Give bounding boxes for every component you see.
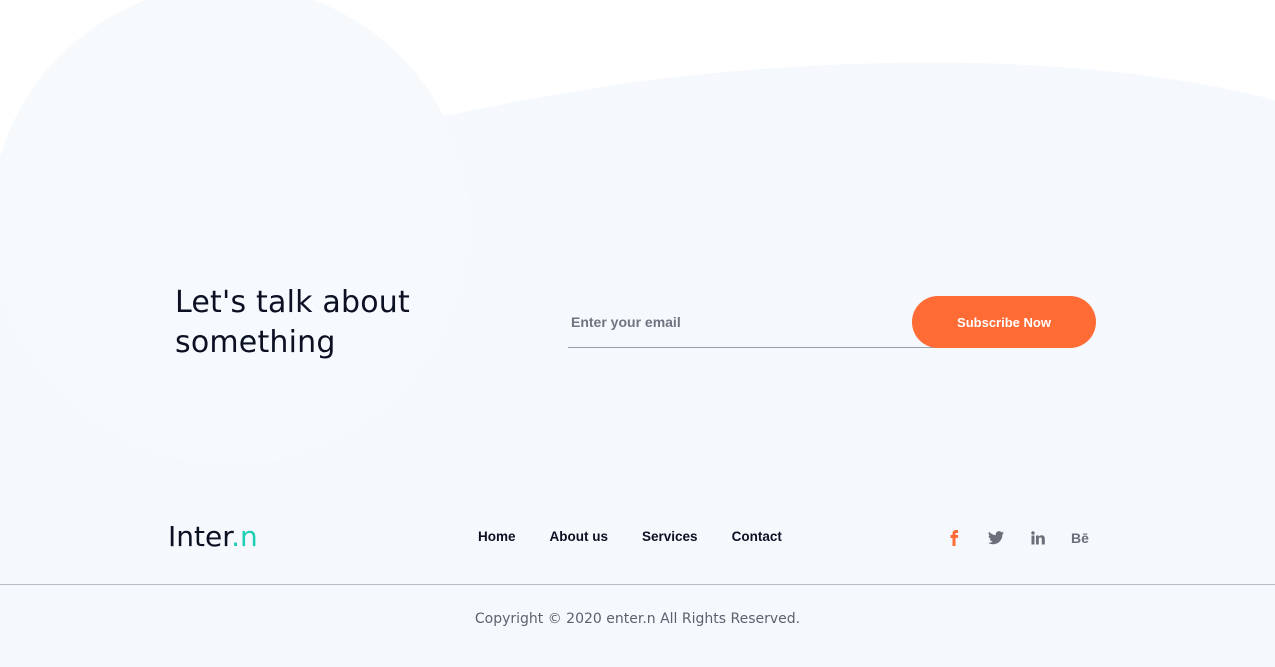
nav-link-services[interactable]: Services: [642, 529, 698, 544]
twitter-icon[interactable]: [986, 528, 1006, 548]
facebook-icon[interactable]: [944, 528, 964, 548]
cta-headline: Let's talk about something: [175, 283, 410, 363]
nav-link-contact[interactable]: Contact: [732, 529, 782, 544]
nav-link-about-us[interactable]: About us: [550, 529, 609, 544]
subscribe-form: Subscribe Now: [568, 296, 1096, 349]
footer-nav: Home About us Services Contact: [478, 529, 816, 544]
subscribe-button[interactable]: Subscribe Now: [912, 296, 1096, 348]
logo-text: Inter: [168, 520, 232, 553]
cta-headline-line2: something: [175, 325, 336, 360]
cta-headline-line1: Let's talk about: [175, 285, 410, 320]
logo[interactable]: Inter.n: [168, 520, 258, 553]
page: Let's talk about something Subscribe Now…: [0, 0, 1275, 667]
nav-link-home[interactable]: Home: [478, 529, 516, 544]
social-links: Bē: [944, 528, 1112, 548]
footer-divider: [0, 584, 1275, 585]
logo-accent: .n: [231, 520, 258, 553]
linkedin-icon[interactable]: [1028, 528, 1048, 548]
copyright-text: Copyright © 2020 enter.n All Rights Rese…: [474, 611, 801, 627]
behance-icon[interactable]: Bē: [1070, 528, 1090, 548]
